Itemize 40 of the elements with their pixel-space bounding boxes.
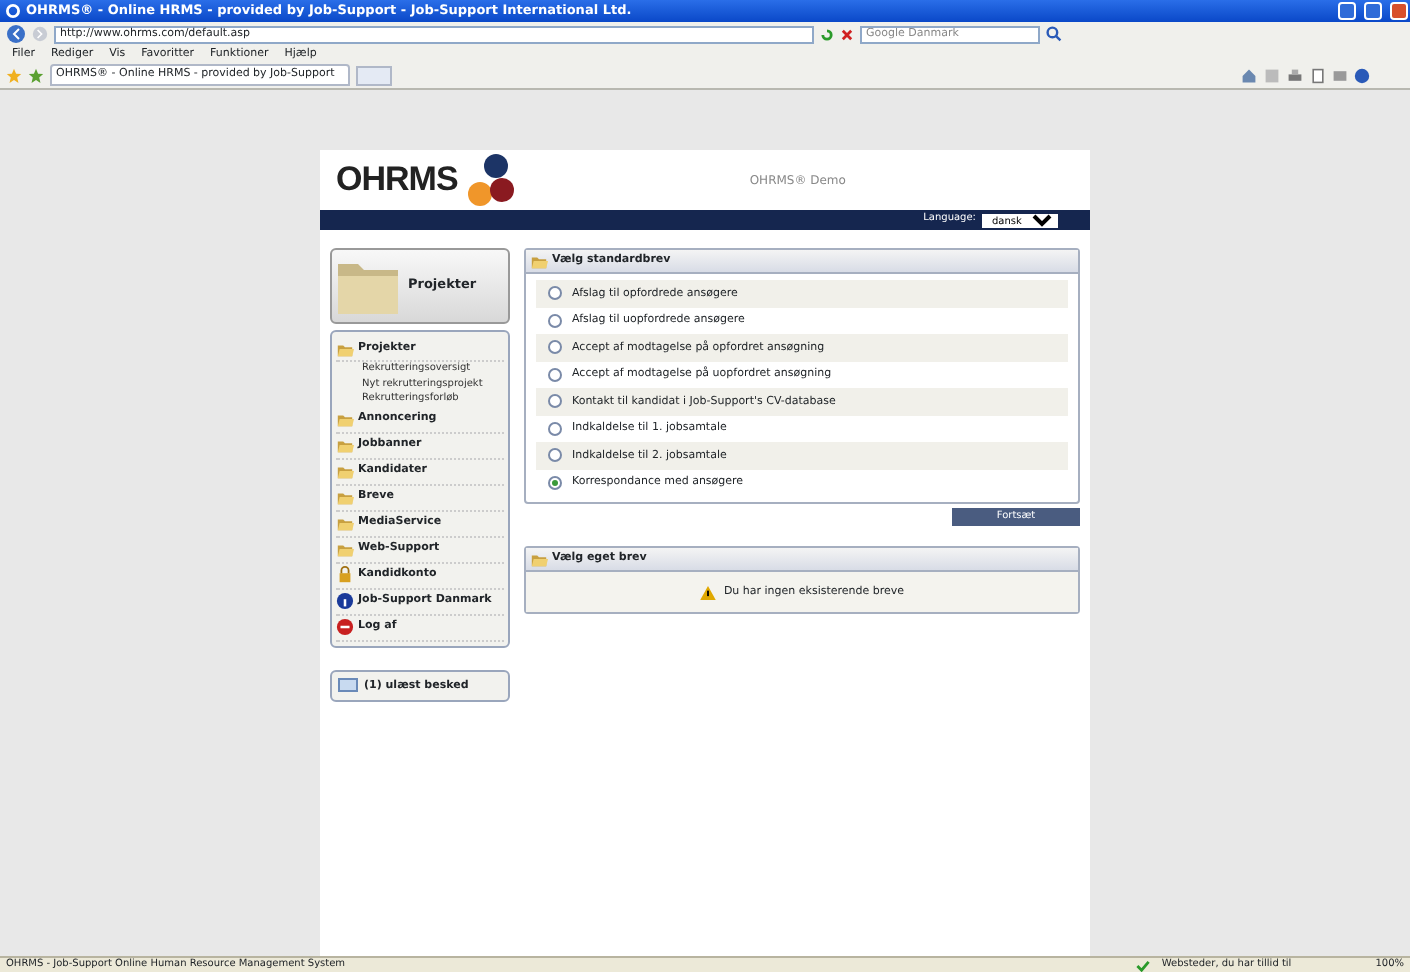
radio-button[interactable] [548,394,562,409]
folder-icon [336,436,354,454]
radio-button[interactable] [548,475,562,490]
folder-icon [336,339,354,357]
minimize-button[interactable] [1338,2,1356,20]
warning-icon [699,585,716,599]
radio-button[interactable] [548,448,562,463]
star-icon[interactable] [6,67,22,83]
logo-text: OHRMS [336,158,458,203]
folder-icon [336,540,354,558]
search-icon[interactable] [1046,26,1062,42]
page-icon[interactable] [1310,67,1326,83]
new-tab-button[interactable] [356,65,392,85]
back-icon[interactable] [6,24,26,44]
radio-button[interactable] [548,313,562,328]
maximize-button[interactable] [1364,2,1382,20]
folder-icon [530,252,548,270]
radio-button[interactable] [548,367,562,382]
folder-icon [336,488,354,506]
home-icon[interactable] [1240,67,1258,83]
stop-icon[interactable] [840,27,854,41]
add-favorite-icon[interactable] [28,67,44,83]
info-icon [336,592,354,610]
folder-icon [336,462,354,480]
refresh-icon[interactable] [820,27,834,41]
lock-icon [336,566,354,584]
help-icon[interactable] [1354,67,1370,83]
radio-button[interactable] [548,286,562,301]
radio-button[interactable] [548,340,562,355]
print-icon[interactable] [1286,67,1304,83]
logo-icon [465,150,514,210]
folder-icon [336,514,354,532]
stop-icon [336,618,354,636]
folder-icon [530,550,548,568]
folder-icon [336,410,354,428]
radio-button[interactable] [548,421,562,436]
close-button[interactable] [1390,2,1408,20]
envelope-icon [338,678,358,693]
browser-icon [6,4,20,18]
check-icon [1135,959,1150,971]
